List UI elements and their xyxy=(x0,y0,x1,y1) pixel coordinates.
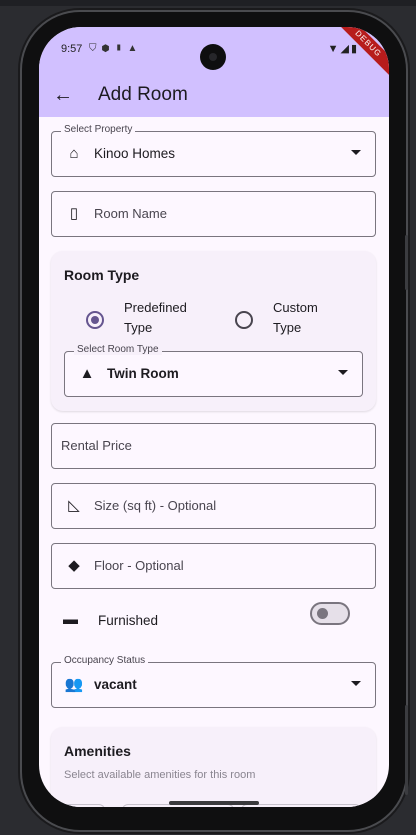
predefined-type-radio[interactable] xyxy=(86,311,104,329)
size-placeholder: Size (sq ft) - Optional xyxy=(94,498,217,513)
people-icon: 👥 xyxy=(64,676,84,693)
home-indicator[interactable] xyxy=(169,801,259,805)
chevron-down-icon xyxy=(351,681,361,686)
room-name-input[interactable]: ▯ Room Name xyxy=(51,191,376,237)
app-screen: 9:57 ⛉⬢▮▲ ▼◢▮ DEBUG ← Add Room Select Pr… xyxy=(39,27,389,807)
room-type-card: Room Type Predefined Type Custom Type Se… xyxy=(51,251,376,411)
form-content: Select Property ⌂ Kinoo Homes ▯ Room Nam… xyxy=(39,117,389,807)
floor-placeholder: Floor - Optional xyxy=(94,558,184,573)
room-name-placeholder: Room Name xyxy=(94,206,167,221)
occupancy-select-value: vacant xyxy=(94,677,137,692)
size-input[interactable]: ◺ Size (sq ft) - Optional xyxy=(51,483,376,529)
property-select-label: Select Property xyxy=(61,124,136,135)
room-type-select[interactable]: Select Room Type ▲ Twin Room xyxy=(64,344,363,397)
shield-icon: ⛉ xyxy=(89,43,102,54)
rental-price-input[interactable]: Rental Price xyxy=(51,423,376,469)
wifi-icon: ▼ xyxy=(327,43,341,55)
predefined-type-label[interactable]: Predefined Type xyxy=(124,298,187,338)
custom-type-radio[interactable] xyxy=(235,311,253,329)
power-button xyxy=(405,235,408,290)
sim-icon: ▮ xyxy=(114,43,128,54)
amenities-subtitle: Select available amenities for this room xyxy=(64,769,256,781)
chair-icon: ▬ xyxy=(63,611,78,628)
furnished-toggle[interactable] xyxy=(310,602,350,625)
property-select[interactable]: Select Property ⌂ Kinoo Homes xyxy=(51,124,376,177)
furnished-label: Furnished xyxy=(98,613,159,628)
room-type-select-label: Select Room Type xyxy=(74,344,162,355)
occupancy-select-label: Occupancy Status xyxy=(61,655,149,666)
app-bar: ← Add Room xyxy=(39,75,389,117)
a-icon: ▲ xyxy=(127,43,143,54)
chevron-down-icon xyxy=(338,370,348,375)
amenity-chip[interactable] xyxy=(241,804,361,807)
property-select-value: Kinoo Homes xyxy=(94,146,176,161)
rental-price-placeholder: Rental Price xyxy=(61,438,132,453)
room-type-title: Room Type xyxy=(64,267,140,283)
camera-cutout xyxy=(200,44,226,70)
amenities-title: Amenities xyxy=(64,743,131,759)
layers-icon: ◆ xyxy=(68,557,80,574)
home-icon: ⌂ xyxy=(69,145,79,162)
host-window-strip xyxy=(0,0,416,6)
signal-icon: ◢ xyxy=(340,43,351,55)
amenities-card: Amenities Select available amenities for… xyxy=(51,727,376,807)
category-icon: ▲ xyxy=(79,365,95,382)
occupancy-select[interactable]: Occupancy Status 👥 vacant xyxy=(51,655,376,708)
square-foot-icon: ◺ xyxy=(68,497,80,514)
privacy-icon: ⬢ xyxy=(101,43,115,54)
amenity-chip[interactable] xyxy=(51,804,105,807)
door-icon: ▯ xyxy=(69,205,79,222)
status-bar: 9:57 ⛉⬢▮▲ ▼◢▮ DEBUG xyxy=(39,27,389,81)
custom-type-label[interactable]: Custom Type xyxy=(273,298,318,338)
battery-icon: ▮ xyxy=(350,43,359,55)
floor-input[interactable]: ◆ Floor - Optional xyxy=(51,543,376,589)
back-arrow-icon[interactable]: ← xyxy=(51,83,75,107)
notification-icons: ⛉⬢▮▲ xyxy=(89,43,142,54)
page-title: Add Room xyxy=(98,84,188,105)
system-icons: ▼◢▮ xyxy=(328,42,359,55)
room-type-select-value: Twin Room xyxy=(107,366,179,381)
volume-button xyxy=(405,705,408,795)
chevron-down-icon xyxy=(351,150,361,155)
status-time: 9:57 xyxy=(61,43,83,55)
